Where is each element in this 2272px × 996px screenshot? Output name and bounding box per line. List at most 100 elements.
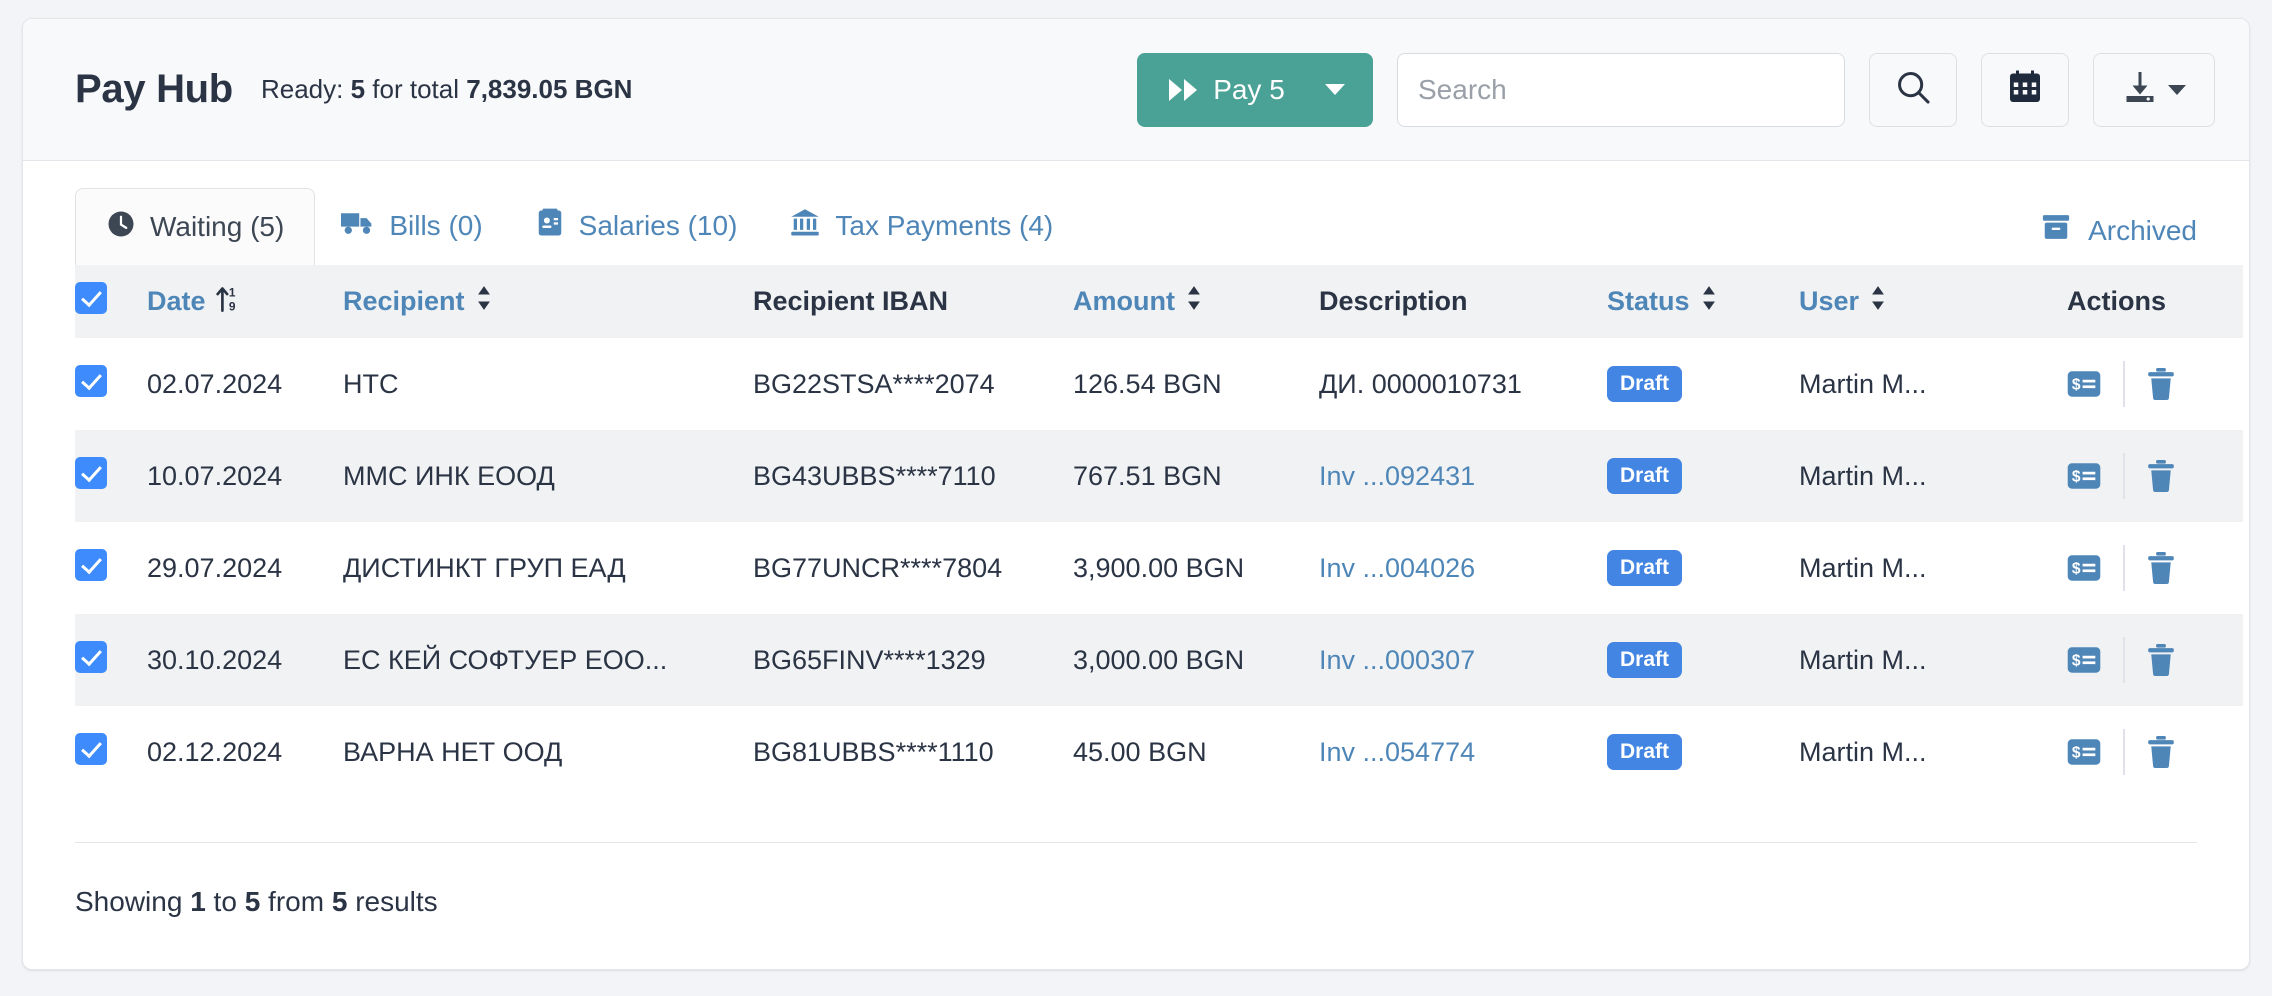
tab-salaries[interactable]: Salaries (10) (509, 187, 764, 265)
action-divider (2123, 361, 2125, 407)
select-all-checkbox[interactable] (75, 282, 107, 314)
results-summary: Showing 1 to 5 from 5 results (23, 843, 2249, 961)
cell-iban: BG22STSA****2074 (753, 338, 1073, 430)
id-card-icon (535, 208, 565, 245)
ready-summary: Ready: 5 for total 7,839.05 BGN (261, 74, 633, 105)
sort-icon (474, 285, 494, 318)
search-button[interactable] (1869, 53, 1957, 127)
column-header-amount[interactable]: Amount (1073, 265, 1319, 338)
row-select-cell (75, 338, 147, 430)
trash-icon[interactable] (2147, 368, 2175, 400)
column-label: Actions (2067, 286, 2166, 316)
tab-label: Salaries (10) (579, 210, 738, 242)
tab-bills[interactable]: Bills (0) (315, 187, 508, 265)
trash-icon[interactable] (2147, 460, 2175, 492)
action-divider (2123, 545, 2125, 591)
archived-label: Archived (2088, 215, 2197, 247)
tab-waiting[interactable]: Waiting (5) (75, 188, 315, 266)
invoice-link[interactable]: Inv ...054774 (1319, 737, 1475, 767)
cell-user: Martin M... (1799, 338, 2067, 430)
row-checkbox[interactable] (75, 549, 107, 581)
column-header-status[interactable]: Status (1607, 265, 1799, 338)
showing-total: 5 (332, 886, 348, 918)
cell-status: Draft (1607, 430, 1799, 522)
column-header-user[interactable]: User (1799, 265, 2067, 338)
status-badge: Draft (1607, 642, 1682, 678)
cell-user: Martin M... (1799, 430, 2067, 522)
cell-user: Martin M... (1799, 522, 2067, 614)
trash-icon[interactable] (2147, 552, 2175, 584)
table-row: 10.07.2024 ММС ИНК ЕООД BG43UBBS****7110… (75, 430, 2243, 522)
invoice-link[interactable]: Inv ...004026 (1319, 553, 1475, 583)
column-label: Recipient (343, 286, 465, 317)
tab-label: Bills (0) (389, 210, 482, 242)
download-button[interactable] (2093, 53, 2215, 127)
row-checkbox[interactable] (75, 457, 107, 489)
row-checkbox[interactable] (75, 733, 107, 765)
fast-forward-icon (1169, 77, 1199, 103)
invoice-link[interactable]: Inv ...000307 (1319, 645, 1475, 675)
cell-recipient: ММС ИНК ЕООД (343, 430, 753, 522)
invoice-icon[interactable]: $ (2067, 461, 2101, 491)
cell-date: 30.10.2024 (147, 614, 343, 706)
table-header-row: Date 1 9 (75, 265, 2243, 338)
tab-label: Waiting (5) (150, 211, 284, 243)
column-label: Status (1607, 286, 1690, 317)
column-header-actions: Actions (2067, 265, 2243, 338)
showing-from: 1 (190, 886, 206, 918)
action-divider (2123, 729, 2125, 775)
archive-box-icon (2040, 212, 2072, 249)
invoice-icon[interactable]: $ (2067, 553, 2101, 583)
row-select-cell (75, 522, 147, 614)
calendar-button[interactable] (1981, 53, 2069, 127)
page-background: Pay Hub Ready: 5 for total 7,839.05 BGN (0, 0, 2272, 996)
chevron-down-icon[interactable] (2168, 85, 2186, 95)
archived-link[interactable]: Archived (2040, 212, 2197, 265)
row-select-cell (75, 430, 147, 522)
search-input[interactable] (1397, 53, 1845, 127)
cell-amount: 3,000.00 BGN (1073, 614, 1319, 706)
ready-middle: for total (372, 74, 459, 104)
clock-icon (106, 209, 136, 246)
pay-button-label: Pay 5 (1213, 74, 1285, 106)
invoice-icon[interactable]: $ (2067, 369, 2101, 399)
truck-icon (341, 208, 375, 245)
column-header-recipient[interactable]: Recipient (343, 265, 753, 338)
cell-recipient: ЕС КЕЙ СОФТУЕР ЕОО... (343, 614, 753, 706)
svg-text:$: $ (2072, 469, 2081, 486)
status-badge: Draft (1607, 550, 1682, 586)
table-head: Date 1 9 (75, 265, 2243, 338)
action-divider (2123, 453, 2125, 499)
tab-tax-payments[interactable]: Tax Payments (4) (763, 187, 1079, 265)
cell-date: 10.07.2024 (147, 430, 343, 522)
cell-description: Inv ...004026 (1319, 522, 1607, 614)
cell-recipient: ВАРНА НЕТ ООД (343, 706, 753, 798)
cell-amount: 3,900.00 BGN (1073, 522, 1319, 614)
trash-icon[interactable] (2147, 644, 2175, 676)
cell-amount: 45.00 BGN (1073, 706, 1319, 798)
sort-icon (1699, 285, 1719, 318)
invoice-icon[interactable]: $ (2067, 737, 2101, 767)
pay-button[interactable]: Pay 5 (1137, 53, 1373, 127)
invoice-link[interactable]: Inv ...092431 (1319, 461, 1475, 491)
cell-actions: $ (2067, 522, 2243, 614)
row-select-cell (75, 706, 147, 798)
cell-description: ДИ. 0000010731 (1319, 338, 1607, 430)
column-label: Amount (1073, 286, 1175, 317)
invoice-icon[interactable]: $ (2067, 645, 2101, 675)
chevron-down-icon[interactable] (1325, 84, 1345, 95)
status-badge: Draft (1607, 458, 1682, 494)
cell-actions: $ (2067, 614, 2243, 706)
row-checkbox[interactable] (75, 365, 107, 397)
column-label: Description (1319, 286, 1468, 316)
row-checkbox[interactable] (75, 641, 107, 673)
cell-actions: $ (2067, 706, 2243, 798)
cell-user: Martin M... (1799, 706, 2067, 798)
table-row: 02.07.2024 HTC BG22STSA****2074 126.54 B… (75, 338, 2243, 430)
column-header-date[interactable]: Date 1 9 (147, 265, 343, 338)
column-label: Recipient IBAN (753, 286, 948, 316)
download-icon (2122, 69, 2158, 110)
column-header-iban: Recipient IBAN (753, 265, 1073, 338)
trash-icon[interactable] (2147, 736, 2175, 768)
sort-icon (1184, 285, 1204, 318)
